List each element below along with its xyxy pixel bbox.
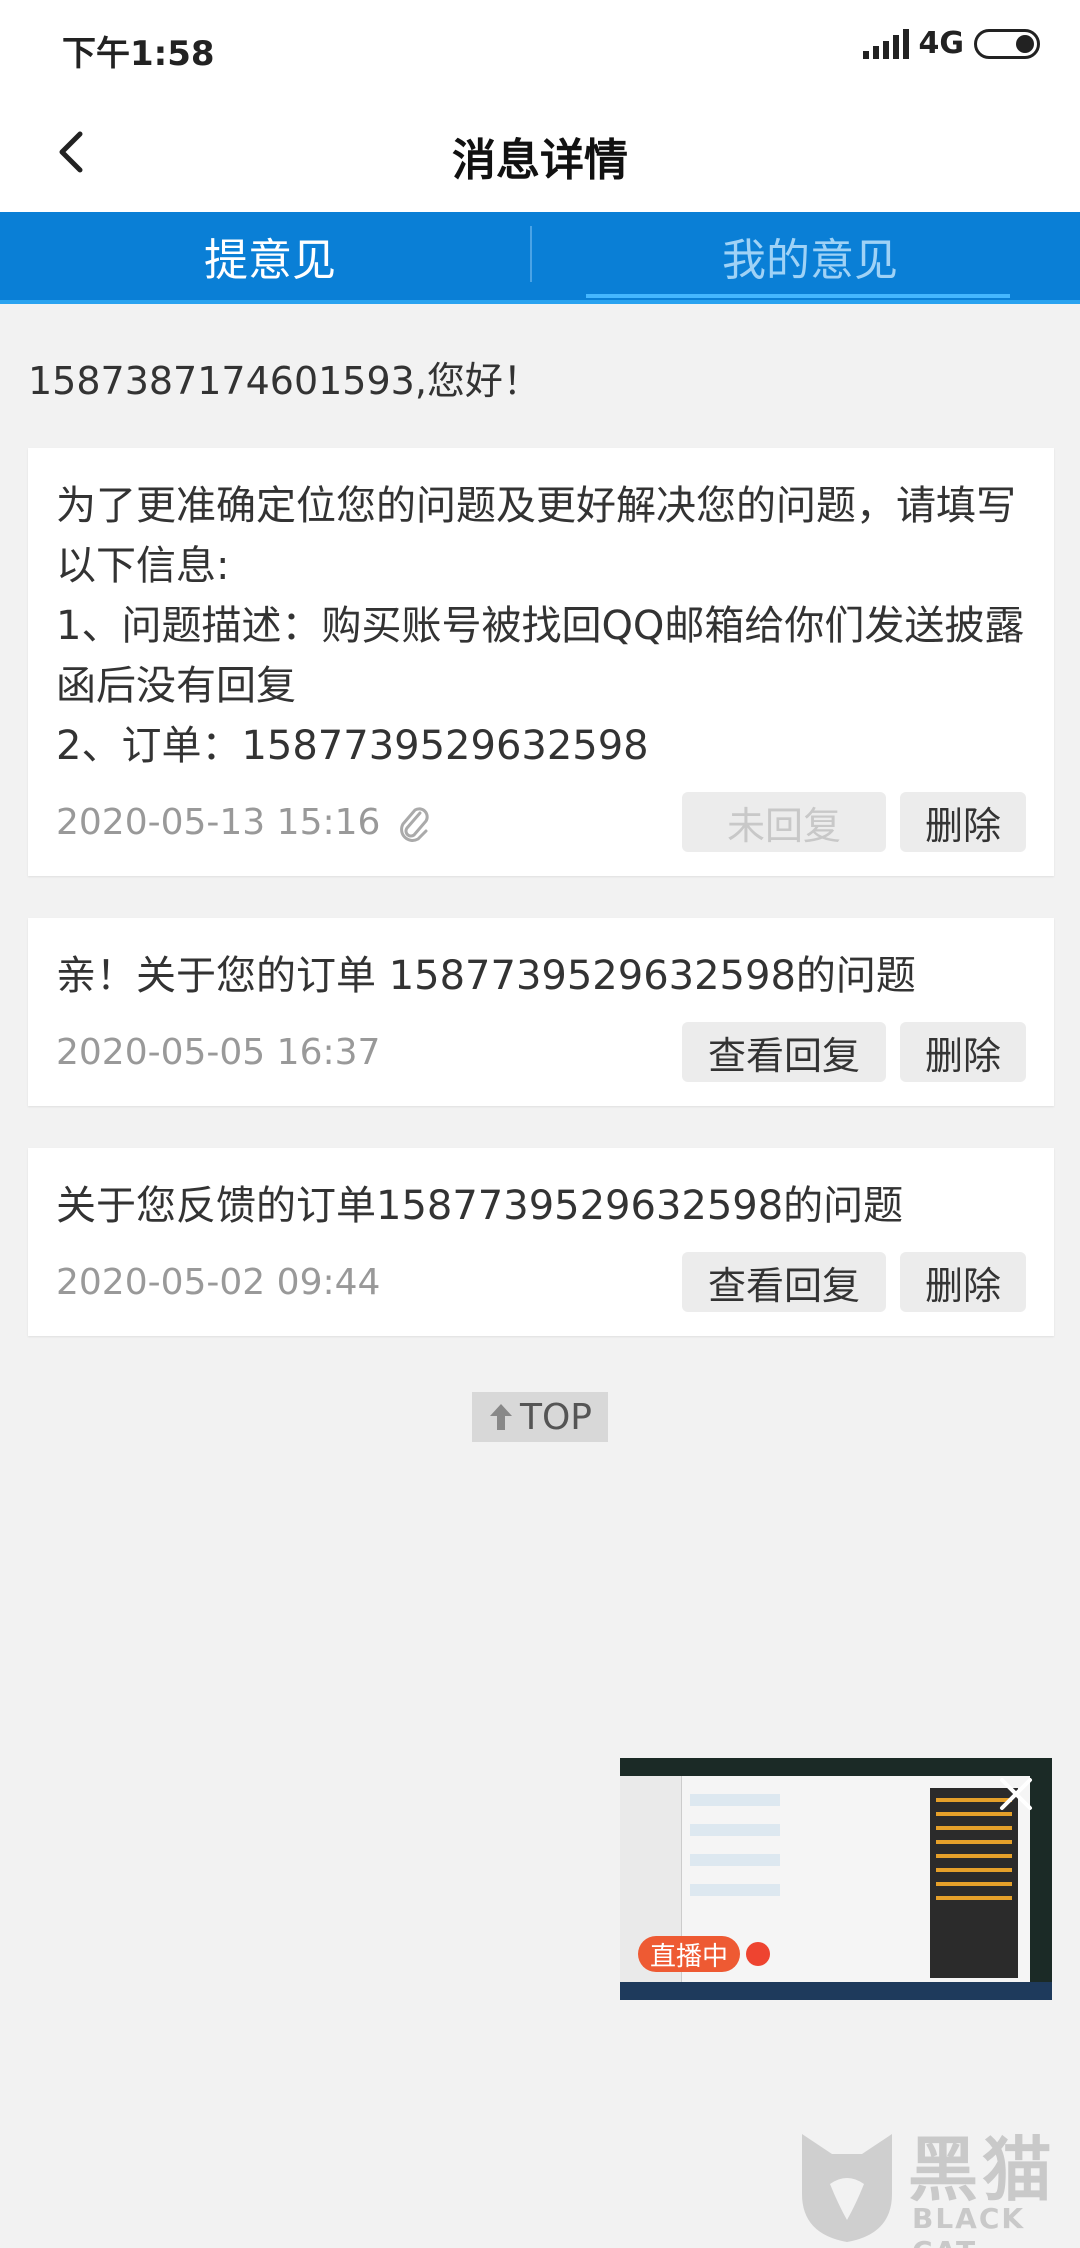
live-thumbnail-row [690, 1884, 780, 1896]
black-cat-logo-icon [802, 2134, 892, 2242]
message-text: 关于您反馈的订单1587739529632598的问题 [56, 1183, 904, 1229]
message-meta: 2020-05-02 09:44 查看回复 删除 [28, 1236, 1054, 1336]
back-to-top-button[interactable]: TOP [472, 1392, 608, 1442]
live-thumbnail-taskbar [620, 1982, 1052, 2000]
message-text: 为了更准确定位您的问题及更好解决您的问题，请填写以下信息: 1、问题描述：购买账… [56, 483, 1025, 769]
network-type: 4G [918, 26, 965, 61]
live-badge: 直播中 [638, 1936, 741, 1972]
message-date: 2020-05-05 16:37 [56, 1032, 381, 1073]
delete-button[interactable]: 删除 [900, 792, 1026, 852]
view-reply-button[interactable]: 查看回复 [682, 1252, 886, 1312]
live-thumbnail-chat [930, 1788, 1018, 1978]
status-bar: 下午1:58 4G [0, 0, 1080, 92]
message-date: 2020-05-13 15:16 [56, 802, 381, 843]
message-card: 为了更准确定位您的问题及更好解决您的问题，请填写以下信息: 1、问题描述：购买账… [28, 448, 1054, 876]
message-meta: 2020-05-13 15:16 未回复 删除 [28, 776, 1054, 876]
message-date-row: 2020-05-13 15:16 [56, 802, 430, 843]
message-meta: 2020-05-05 16:37 查看回复 删除 [28, 1006, 1054, 1106]
nav-bar: 消息详情 [0, 92, 1080, 212]
tab-suggest[interactable]: 提意见 [0, 212, 540, 300]
signal-icon [862, 28, 909, 59]
live-record-dot [746, 1942, 770, 1966]
back-to-top-label: TOP [519, 1396, 593, 1438]
watermark-en: BLACK CAT [912, 2202, 1026, 2248]
delete-button[interactable]: 删除 [900, 1252, 1026, 1312]
arrow-up-icon [489, 1404, 512, 1430]
live-thumbnail-row [690, 1824, 780, 1836]
message-date: 2020-05-02 09:44 [56, 1262, 381, 1303]
watermark: 黑猫 BLACK CAT [792, 2114, 1072, 2248]
tab-active-indicator [586, 294, 1010, 298]
close-icon[interactable] [996, 1774, 1036, 1814]
greeting-text: 1587387174601593,您好！ [28, 359, 541, 403]
no-reply-button[interactable]: 未回复 [682, 792, 886, 852]
page-title: 消息详情 [452, 135, 628, 186]
live-thumbnail-row [690, 1794, 780, 1806]
tab-bar: 提意见 我的意见 [0, 212, 1080, 304]
tab-my-feedback[interactable]: 我的意见 [540, 212, 1080, 300]
delete-button[interactable]: 删除 [900, 1022, 1026, 1082]
message-card: 关于您反馈的订单1587739529632598的问题 2020-05-02 0… [28, 1148, 1054, 1336]
message-text: 亲！关于您的订单 1587739529632598的问题 [56, 953, 916, 999]
message-date-row: 2020-05-02 09:44 [56, 1262, 380, 1303]
message-card: 亲！关于您的订单 1587739529632598的问题 2020-05-05 … [28, 918, 1054, 1106]
battery-icon [974, 28, 1040, 59]
live-thumbnail-row [690, 1854, 780, 1866]
live-stream-preview[interactable]: 直播中 [620, 1758, 1052, 2000]
watermark-cn: 黑猫 [908, 2129, 1056, 2211]
status-icons: 4G [862, 26, 1040, 61]
paperclip-icon[interactable] [396, 803, 430, 843]
tab-divider [530, 226, 532, 282]
status-time: 下午1:58 [62, 34, 215, 74]
view-reply-button[interactable]: 查看回复 [682, 1022, 886, 1082]
message-date-row: 2020-05-05 16:37 [56, 1032, 380, 1073]
